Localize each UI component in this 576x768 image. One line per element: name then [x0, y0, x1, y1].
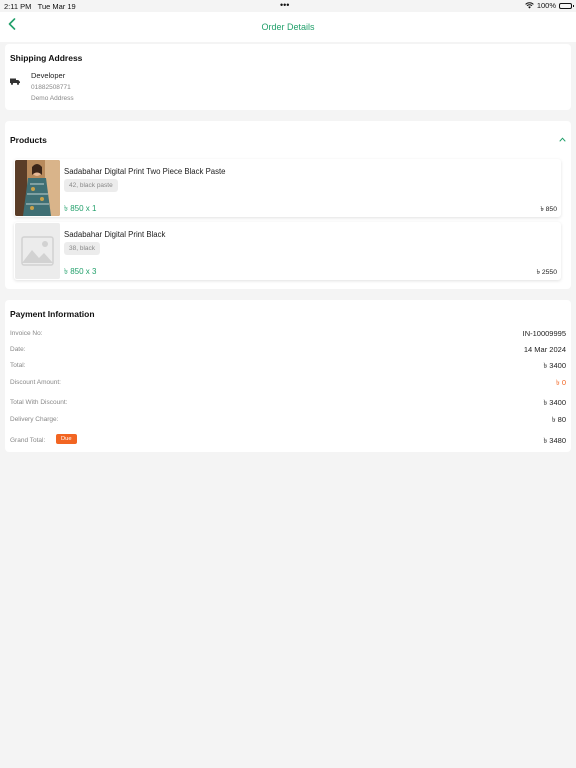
battery-icon: [559, 2, 574, 9]
product-total: ৳ 2550: [536, 269, 557, 276]
wifi-icon: [525, 2, 534, 9]
product-item[interactable]: Sadabahar Digital Print Black 38, black …: [14, 222, 561, 280]
recipient-name: Developer: [31, 71, 66, 80]
date-value: 14 Mar 2024: [523, 345, 566, 354]
truck-icon: [10, 78, 20, 85]
status-right: 100%: [525, 1, 574, 10]
product-variant: 42, black paste: [64, 179, 118, 192]
product-price-quantity: ৳ 850 x 1: [64, 204, 97, 213]
product-item[interactable]: Sadabahar Digital Print Two Piece Black …: [14, 159, 561, 217]
product-variant: 38, black: [64, 242, 101, 255]
grand-total-value: ৳ 3480: [543, 436, 566, 445]
image-placeholder-icon: [15, 223, 60, 279]
delivery-charge-label: Delivery Charge:: [10, 416, 59, 423]
total-with-discount-row: Total With Discount: ৳ 3400: [10, 398, 566, 410]
grand-total-row: Grand Total: Due ৳ 3480: [10, 434, 566, 448]
invoice-row: Invoice No: IN-10009995: [10, 329, 566, 341]
products-card: Products Sadabahar Digital Print Two Pie…: [5, 121, 571, 289]
shipping-address-card: Shipping Address Developer 01882508771 D…: [5, 44, 571, 110]
product-name: Sadabahar Digital Print Black: [64, 230, 166, 239]
payment-title: Payment Information: [10, 309, 95, 319]
products-title: Products: [10, 135, 47, 145]
discount-row: Discount Amount: ৳ 0: [10, 378, 566, 390]
payment-information-card: Payment Information Invoice No: IN-10009…: [5, 300, 571, 452]
total-value: ৳ 3400: [543, 361, 566, 370]
discount-value: ৳ 0: [556, 378, 566, 387]
product-image: [15, 160, 60, 216]
grand-total-label: Grand Total:: [10, 437, 46, 444]
recipient-phone: 01882508771: [31, 84, 71, 91]
product-price-quantity: ৳ 850 x 3: [64, 267, 97, 276]
status-bar: 2:11 PM Tue Mar 19 ••• 100%: [0, 0, 576, 12]
page-title: Order Details: [261, 22, 315, 32]
collapse-products-button[interactable]: [559, 135, 566, 144]
discount-label: Discount Amount:: [10, 379, 61, 386]
invoice-value: IN-10009995: [522, 329, 566, 338]
total-row: Total: ৳ 3400: [10, 361, 566, 373]
total-with-discount-label: Total With Discount:: [10, 399, 68, 406]
product-total: ৳ 850: [540, 206, 557, 213]
delivery-charge-value: ৳ 80: [551, 415, 566, 424]
chevron-up-icon: [559, 137, 566, 142]
recipient-address: Demo Address: [31, 95, 74, 102]
multitasking-dots[interactable]: •••: [280, 0, 289, 10]
shipping-title: Shipping Address: [10, 53, 83, 63]
total-label: Total:: [10, 362, 26, 369]
date-row: Date: 14 Mar 2024: [10, 345, 566, 357]
invoice-label: Invoice No:: [10, 330, 43, 337]
status-time: 2:11 PM Tue Mar 19: [4, 2, 76, 11]
battery-percent: 100%: [536, 1, 556, 10]
navigation-bar: Order Details: [0, 12, 576, 42]
status-badge: Due: [56, 434, 77, 444]
date-label: Date:: [10, 346, 26, 353]
product-name: Sadabahar Digital Print Two Piece Black …: [64, 167, 226, 176]
delivery-charge-row: Delivery Charge: ৳ 80: [10, 415, 566, 427]
total-with-discount-value: ৳ 3400: [543, 398, 566, 407]
